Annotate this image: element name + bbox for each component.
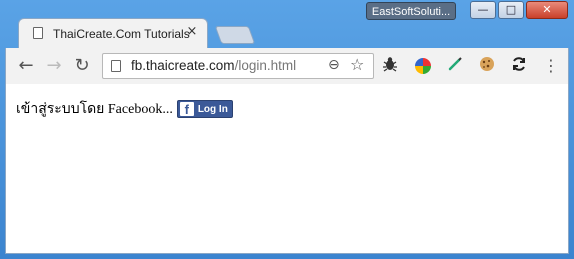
new-tab-button[interactable] xyxy=(214,26,256,44)
title-bar: ThaiCreate.Com Tutorials × EastSoftSolut… xyxy=(0,0,574,48)
facebook-login-label: Log In xyxy=(197,103,228,115)
page-icon xyxy=(33,27,43,39)
tab-title: ThaiCreate.Com Tutorials xyxy=(53,27,190,41)
facebook-login-button[interactable]: f Log In xyxy=(176,100,233,118)
browser-window: ThaiCreate.Com Tutorials × EastSoftSolut… xyxy=(0,0,574,259)
cookie-icon[interactable] xyxy=(476,55,498,77)
pencil-icon[interactable] xyxy=(444,55,466,77)
page-info-icon[interactable] xyxy=(111,60,121,72)
back-arrow-icon[interactable]: ← xyxy=(16,56,36,76)
profile-label[interactable]: EastSoftSoluti... xyxy=(366,2,456,20)
bookmark-star-icon[interactable]: ☆ xyxy=(350,55,364,74)
bug-icon[interactable] xyxy=(379,55,401,77)
color-wheel-icon[interactable] xyxy=(412,55,434,77)
minimize-button[interactable]: — xyxy=(470,1,496,19)
page-content: เข้าสู่ระบบโดย Facebook... f Log In xyxy=(5,84,569,254)
menu-icon[interactable]: ⋮ xyxy=(540,55,562,77)
browser-toolbar: ← → ↻ fb.thaicreate.com/login.html ⊖ ☆ ⋮ xyxy=(5,48,569,84)
maximize-button[interactable]: □ xyxy=(498,1,524,19)
login-prompt: เข้าสู่ระบบโดย Facebook... xyxy=(16,102,173,117)
facebook-logo-icon: f xyxy=(179,102,194,117)
close-window-button[interactable]: ✕ xyxy=(526,1,568,19)
browser-tab[interactable]: ThaiCreate.Com Tutorials × xyxy=(18,18,208,48)
url-text[interactable]: fb.thaicreate.com/login.html xyxy=(131,58,296,73)
url-host: fb.thaicreate.com xyxy=(131,58,235,73)
zoom-icon[interactable]: ⊖ xyxy=(328,57,340,73)
url-path: /login.html xyxy=(234,58,297,73)
reload-icon[interactable]: ↻ xyxy=(72,56,92,76)
sync-icon[interactable] xyxy=(508,55,530,77)
forward-arrow-icon[interactable]: → xyxy=(44,56,64,76)
login-row: เข้าสู่ระบบโดย Facebook... f Log In xyxy=(16,98,233,120)
address-bar[interactable]: fb.thaicreate.com/login.html ⊖ ☆ xyxy=(102,53,374,79)
tab-close-icon[interactable]: × xyxy=(185,25,199,39)
